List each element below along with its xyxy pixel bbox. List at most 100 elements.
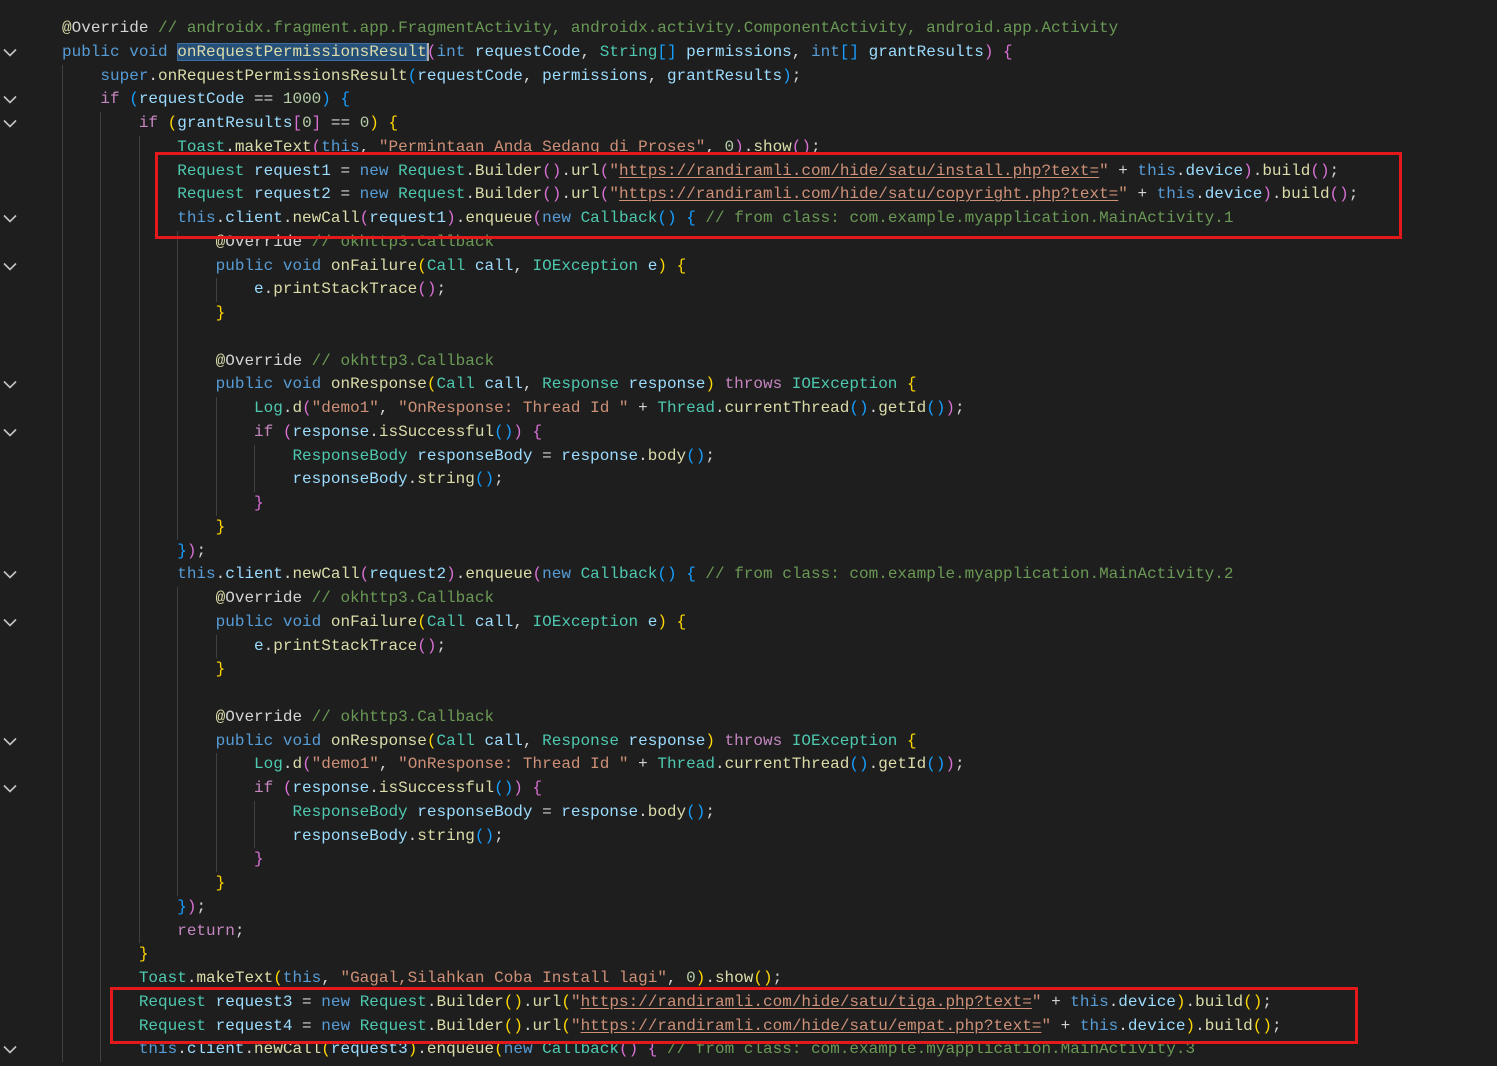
fold-chevron-icon[interactable] — [3, 214, 17, 223]
code-line[interactable]: public void onResponse(Call call, Respon… — [0, 729, 1497, 754]
code-line[interactable]: if (requestCode == 1000) { — [0, 88, 1497, 112]
code-line[interactable]: } — [0, 492, 1497, 516]
fold-chevron-icon[interactable] — [3, 737, 17, 746]
code-token: Request — [398, 185, 466, 204]
code-token: Override — [225, 351, 303, 370]
code-token: } — [215, 874, 226, 892]
code-token: onRequestPermissionsResult — [158, 66, 408, 85]
code-line[interactable]: e.printStackTrace(); — [0, 278, 1497, 302]
code-line[interactable]: this.client.newCall(request2).enqueue(ne… — [0, 563, 1497, 587]
line-gutter — [0, 920, 50, 944]
code-line[interactable]: Request request4 = new Request.Builder()… — [0, 1014, 1497, 1039]
code-line[interactable]: if (response.isSuccessful()) { — [0, 420, 1497, 445]
code-token: = — [532, 802, 562, 821]
code-token: { — [340, 90, 351, 109]
code-line[interactable]: responseBody.string(); — [0, 824, 1497, 849]
code-line[interactable]: this.client.newCall(request1).enqueue(ne… — [0, 207, 1497, 231]
code-token: build — [1195, 992, 1244, 1011]
code-line[interactable]: @Override // okhttp3.Callback — [0, 349, 1497, 374]
code-token: getId — [878, 399, 927, 417]
code-line[interactable]: this.client.newCall(request3).enqueue(ne… — [0, 1038, 1497, 1062]
code-token: () — [1329, 185, 1349, 204]
code-line[interactable]: }); — [0, 895, 1497, 920]
code-line[interactable]: Request request1 = new Request.Builder()… — [0, 159, 1497, 184]
code-token: = — [532, 446, 562, 465]
code-line[interactable]: Request request3 = new Request.Builder()… — [0, 990, 1497, 1015]
code-line[interactable]: public void onFailure(Call call, IOExcep… — [0, 254, 1497, 279]
code-line[interactable]: responseBody.string(); — [0, 468, 1497, 492]
code-line[interactable]: Toast.makeText(this, "Permintaan Anda Se… — [0, 135, 1497, 160]
fold-chevron-icon[interactable] — [3, 48, 17, 57]
code-token: show — [753, 137, 792, 156]
code-line[interactable]: } — [0, 872, 1497, 896]
code-line[interactable]: Log.d("demo1", "OnResponse: Thread Id " … — [0, 753, 1497, 777]
code-token: body — [647, 802, 687, 821]
code-line[interactable]: @Override // okhttp3.Callback — [0, 230, 1497, 255]
code-line[interactable]: e.printStackTrace(); — [0, 634, 1497, 659]
code-token: , — [359, 137, 379, 156]
code-line[interactable]: if (response.isSuccessful()) { — [0, 777, 1497, 801]
code-token: request1 — [254, 161, 331, 180]
code-line[interactable]: ResponseBody responseBody = response.bod… — [0, 800, 1497, 825]
fold-chevron-icon[interactable] — [3, 1045, 17, 1054]
fold-chevron-icon[interactable] — [3, 570, 17, 579]
code-token: ( — [561, 992, 571, 1011]
fold-chevron-icon[interactable] — [3, 428, 17, 437]
code-line[interactable]: } — [0, 848, 1497, 872]
fold-chevron-icon[interactable] — [3, 119, 17, 128]
fold-chevron-icon[interactable] — [3, 618, 17, 627]
code-token: printStackTrace — [273, 636, 418, 655]
code-token: "Gagal,Silahkan Coba Install lagi" — [340, 969, 667, 987]
code-line[interactable]: public void onFailure(Call call, IOExcep… — [0, 610, 1497, 635]
code-token: . — [465, 185, 475, 204]
code-line[interactable]: ResponseBody responseBody = response.bod… — [0, 444, 1497, 469]
code-line[interactable]: } — [0, 302, 1497, 326]
code-line[interactable]: } — [0, 515, 1497, 540]
code-token: public — [215, 375, 274, 394]
fold-chevron-icon[interactable] — [3, 262, 17, 271]
code-token: url — [532, 1016, 562, 1035]
code-token: ; — [705, 446, 715, 465]
code-token: ) — [782, 66, 792, 85]
code-token: ( — [302, 399, 312, 417]
code-line[interactable]: } — [0, 943, 1497, 967]
code-token: ( — [311, 137, 322, 156]
code-token: ) — [1175, 992, 1186, 1011]
code-line[interactable]: }); — [0, 539, 1497, 564]
line-gutter — [0, 421, 50, 445]
code-line[interactable]: return; — [0, 919, 1497, 944]
code-line[interactable]: public void onRequestPermissionsResult(i… — [0, 41, 1497, 65]
code-text: Request request3 = new Request.Builder()… — [62, 991, 1272, 1015]
fold-chevron-icon[interactable] — [3, 784, 17, 793]
code-token: call — [484, 375, 523, 394]
code-line[interactable]: Log.d("demo1", "OnResponse: Thread Id " … — [0, 397, 1497, 421]
line-gutter — [0, 41, 50, 65]
line-gutter — [0, 848, 50, 872]
code-line[interactable] — [0, 325, 1497, 350]
code-line[interactable]: public void onResponse(Call call, Respon… — [0, 373, 1497, 397]
code-line[interactable]: Toast.makeText(this, "Gagal,Silahkan Cob… — [0, 967, 1497, 991]
code-line[interactable]: } — [0, 658, 1497, 682]
code-token: " — [570, 992, 581, 1011]
code-line[interactable]: @Override // androidx.fragment.app.Fragm… — [0, 17, 1497, 41]
code-editor[interactable]: @Override // androidx.fragment.app.Fragm… — [0, 0, 1497, 1066]
code-lines[interactable]: @Override // androidx.fragment.app.Fragm… — [0, 17, 1497, 1062]
code-line[interactable]: @Override // okhttp3.Callback — [0, 587, 1497, 611]
code-line[interactable]: super.onRequestPermissionsResult(request… — [0, 64, 1497, 89]
fold-chevron-icon[interactable] — [3, 380, 17, 389]
fold-chevron-icon[interactable] — [3, 95, 17, 104]
code-token: () — [1310, 161, 1330, 180]
code-line[interactable]: Request request2 = new Request.Builder()… — [0, 183, 1497, 207]
code-token: , — [378, 399, 399, 417]
code-line[interactable]: if (grantResults[0] == 0) { — [0, 112, 1497, 136]
code-line[interactable]: @Override // okhttp3.Callback — [0, 705, 1497, 730]
code-text: } — [62, 302, 226, 326]
code-line[interactable] — [0, 682, 1497, 706]
